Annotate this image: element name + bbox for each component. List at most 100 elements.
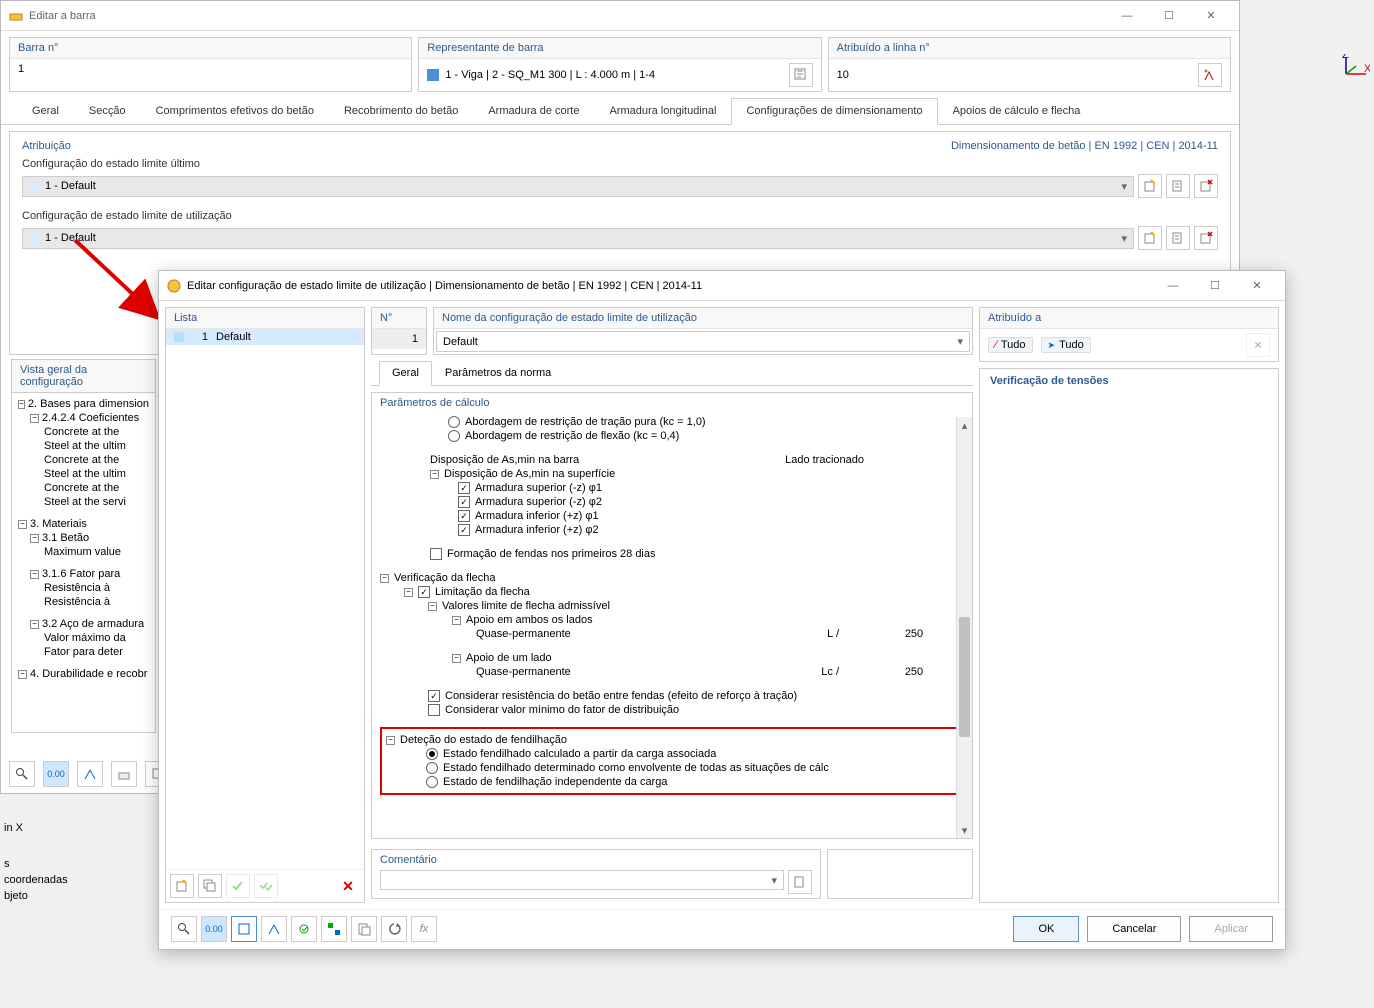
delete-ultimo-button[interactable] bbox=[1194, 174, 1218, 198]
tool-b7[interactable] bbox=[351, 916, 377, 942]
tool-b4[interactable] bbox=[261, 916, 287, 942]
cancel-button[interactable]: Cancelar bbox=[1087, 916, 1181, 942]
edit-util-button[interactable] bbox=[1166, 226, 1190, 250]
barra-label: Barra n° bbox=[10, 38, 411, 59]
dialog-title: Editar configuração de estado limite de … bbox=[187, 280, 1153, 292]
config-util-label: Configuração de estado limite de utiliza… bbox=[22, 210, 1218, 222]
new-util-button[interactable] bbox=[1138, 226, 1162, 250]
clear-atrib-button[interactable]: ✕ bbox=[1246, 333, 1270, 357]
inner-tab-geral[interactable]: Geral bbox=[379, 361, 432, 386]
radio-est2[interactable] bbox=[426, 762, 438, 774]
apply-button[interactable]: Aplicar bbox=[1189, 916, 1273, 942]
minimize-button[interactable]: — bbox=[1153, 274, 1193, 298]
lista-header: Lista bbox=[166, 308, 364, 329]
tudo-chip-1[interactable]: ⁄Tudo bbox=[988, 337, 1033, 353]
lista-panel: Lista 1 Default ✕ bbox=[165, 307, 365, 903]
representante-label: Representante de barra bbox=[419, 38, 820, 59]
units-button[interactable]: 0.00 bbox=[43, 761, 69, 787]
tab-apoios[interactable]: Apoios de cálculo e flecha bbox=[938, 98, 1096, 124]
nome-combo[interactable]: Default ▾ bbox=[436, 331, 970, 352]
check-ai2[interactable] bbox=[458, 524, 470, 536]
tab-recobrimento[interactable]: Recobrimento do betão bbox=[329, 98, 473, 124]
check-as1[interactable] bbox=[458, 482, 470, 494]
config-util-combo[interactable]: 1 - Default ▾ bbox=[22, 228, 1134, 249]
radio-est3[interactable] bbox=[426, 776, 438, 788]
check-fator-dist[interactable] bbox=[428, 704, 440, 716]
fx-button[interactable]: fx bbox=[411, 916, 437, 942]
edit-sls-config-dialog: Editar configuração de estado limite de … bbox=[158, 270, 1286, 950]
check-item-button[interactable] bbox=[226, 874, 250, 898]
atribuido-value: 10 bbox=[837, 69, 1192, 81]
axes-icon[interactable]: ZX bbox=[1342, 54, 1370, 78]
check2-button[interactable] bbox=[254, 874, 278, 898]
comment-label: Comentário bbox=[380, 854, 812, 866]
check-lim-flecha[interactable] bbox=[418, 586, 430, 598]
crack-detection-highlight: −Deteção do estado de fendilhação Estado… bbox=[380, 727, 964, 795]
new-item-button[interactable] bbox=[170, 874, 194, 898]
copy-item-button[interactable] bbox=[198, 874, 222, 898]
new-ultimo-button[interactable] bbox=[1138, 174, 1162, 198]
check-resist[interactable] bbox=[428, 690, 440, 702]
scroll-down-button[interactable]: ▾ bbox=[957, 822, 972, 838]
tab-geral[interactable]: Geral bbox=[17, 98, 74, 124]
tab-armadura-corte[interactable]: Armadura de corte bbox=[473, 98, 594, 124]
expander-icon[interactable]: − bbox=[18, 400, 25, 409]
window-title: Editar a barra bbox=[29, 10, 1107, 22]
tool-3[interactable] bbox=[77, 761, 103, 787]
app-icon bbox=[167, 279, 181, 293]
delete-item-button[interactable]: ✕ bbox=[336, 874, 360, 898]
radio-flexao[interactable] bbox=[448, 430, 460, 442]
pick-line-button[interactable] bbox=[1198, 63, 1222, 87]
edit-representante-button[interactable] bbox=[789, 63, 813, 87]
color-chip bbox=[427, 69, 439, 81]
comment-edit-button[interactable] bbox=[788, 870, 812, 894]
check-ai1[interactable] bbox=[458, 510, 470, 522]
main-tabs: Geral Secção Comprimentos efetivos do be… bbox=[1, 98, 1239, 125]
search-button[interactable] bbox=[9, 761, 35, 787]
minimize-button[interactable]: — bbox=[1107, 4, 1147, 28]
tudo-chip-2[interactable]: ➤Tudo bbox=[1041, 337, 1091, 353]
list-item[interactable]: 1 Default bbox=[166, 329, 364, 345]
tab-config-dim[interactable]: Configurações de dimensionamento bbox=[731, 98, 937, 125]
expander-icon[interactable]: − bbox=[430, 470, 439, 479]
edit-ultimo-button[interactable] bbox=[1166, 174, 1190, 198]
barra-value: 1 bbox=[18, 63, 24, 75]
config-overview: Vista geral da configuração −2. Bases pa… bbox=[11, 359, 156, 733]
attrib-title: Atribuição bbox=[22, 140, 71, 152]
check-fendas28[interactable] bbox=[430, 548, 442, 560]
status-labels: in X s coordenadas bjeto bbox=[0, 820, 72, 904]
titlebar: Editar a barra — ☐ ✕ bbox=[1, 1, 1239, 31]
tool-4[interactable] bbox=[111, 761, 137, 787]
n-value: 1 bbox=[412, 333, 418, 345]
app-icon bbox=[9, 9, 23, 23]
delete-util-button[interactable] bbox=[1194, 226, 1218, 250]
scroll-up-button[interactable]: ▴ bbox=[957, 417, 972, 433]
maximize-button[interactable]: ☐ bbox=[1149, 4, 1189, 28]
representante-value: 1 - Viga | 2 - SQ_M1 300 | L : 4.000 m |… bbox=[445, 69, 782, 81]
tool-b3[interactable] bbox=[231, 916, 257, 942]
reset-button[interactable] bbox=[381, 916, 407, 942]
tab-comprimentos[interactable]: Comprimentos efetivos do betão bbox=[141, 98, 329, 124]
tab-seccao[interactable]: Secção bbox=[74, 98, 141, 124]
ok-button[interactable]: OK bbox=[1013, 916, 1079, 942]
radio-trac-pura[interactable] bbox=[448, 416, 460, 428]
scrollbar[interactable]: ▴ ▾ bbox=[956, 417, 972, 838]
scroll-thumb[interactable] bbox=[959, 617, 970, 737]
comment-input[interactable]: ▾ bbox=[380, 870, 784, 890]
close-button[interactable]: ✕ bbox=[1237, 274, 1277, 298]
inner-tab-param[interactable]: Parâmetros da norma bbox=[432, 361, 564, 385]
tab-armadura-long[interactable]: Armadura longitudinal bbox=[594, 98, 731, 124]
maximize-button[interactable]: ☐ bbox=[1195, 274, 1235, 298]
config-ultimo-combo[interactable]: 1 - Default ▾ bbox=[22, 176, 1134, 197]
units-button[interactable]: 0.00 bbox=[201, 916, 227, 942]
atrib-header: Atribuído a bbox=[980, 308, 1278, 329]
tool-b5[interactable] bbox=[291, 916, 317, 942]
radio-est1[interactable] bbox=[426, 748, 438, 760]
norm-title: Dimensionamento de betão | EN 1992 | CEN… bbox=[951, 140, 1218, 152]
param-header: Parâmetros de cálculo bbox=[372, 393, 972, 413]
right-header: Verificação de tensões bbox=[980, 369, 1278, 393]
tool-b6[interactable] bbox=[321, 916, 347, 942]
check-as2[interactable] bbox=[458, 496, 470, 508]
search-button[interactable] bbox=[171, 916, 197, 942]
close-button[interactable]: ✕ bbox=[1191, 4, 1231, 28]
